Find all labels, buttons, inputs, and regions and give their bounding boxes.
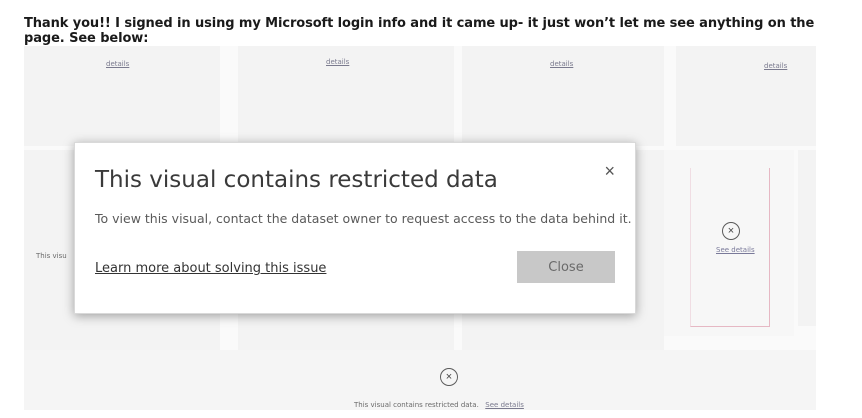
dialog-title: This visual contains restricted data bbox=[95, 167, 498, 193]
visual-tile-9 bbox=[798, 150, 816, 326]
bottom-restricted-message: This visual contains restricted data. Se… bbox=[354, 394, 524, 412]
see-details-link[interactable]: details bbox=[550, 60, 573, 68]
learn-more-link[interactable]: Learn more about solving this issue bbox=[95, 261, 326, 276]
visual-tile-2: details bbox=[238, 46, 454, 146]
restricted-message-text: This visual contains restricted data. bbox=[354, 401, 479, 409]
see-details-link[interactable]: details bbox=[326, 58, 349, 66]
see-details-link[interactable]: details bbox=[764, 62, 787, 70]
visual-tile-1: details bbox=[24, 46, 220, 146]
post-text: Thank you!! I signed in using my Microso… bbox=[24, 16, 815, 46]
restricted-icon: × bbox=[722, 222, 740, 240]
see-details-link[interactable]: See details bbox=[485, 401, 524, 409]
dialog-message: To view this visual, contact the dataset… bbox=[95, 211, 632, 226]
restricted-data-dialog: This visual contains restricted data × T… bbox=[74, 142, 636, 314]
visual-tile-3: details bbox=[462, 46, 664, 146]
visual-tile-4: details bbox=[676, 46, 816, 146]
see-details-link[interactable]: See details bbox=[716, 246, 755, 254]
visual-tile-8: × See details bbox=[664, 150, 794, 336]
see-details-link[interactable]: details bbox=[106, 60, 129, 68]
close-button[interactable]: Close bbox=[517, 251, 615, 283]
restricted-text-fragment: This visu bbox=[36, 252, 67, 260]
close-icon[interactable]: × bbox=[604, 161, 615, 182]
restricted-icon: × bbox=[440, 368, 458, 386]
visual-tile-bottom: × This visual contains restricted data. … bbox=[24, 350, 816, 410]
